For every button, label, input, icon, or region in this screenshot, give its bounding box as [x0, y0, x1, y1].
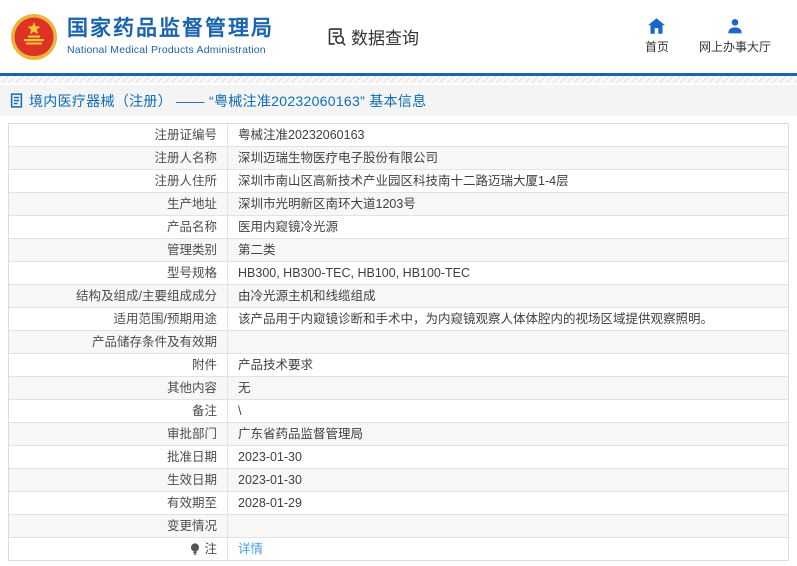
row-label: 适用范围/预期用途	[9, 308, 228, 330]
top-nav: 首页 网上办事大厅	[645, 18, 785, 55]
row-label-text: 结构及组成/主要组成成分	[76, 289, 217, 303]
row-label: 注册人住所	[9, 170, 228, 192]
row-label: 生效日期	[9, 469, 228, 491]
table-row: 结构及组成/主要组成成分 由冷光源主机和线缆组成	[9, 284, 788, 307]
table-row: 附件 产品技术要求	[9, 353, 788, 376]
table-row: 注册人住所 深圳市南山区高新技术产业园区科技南十二路迈瑞大厦1-4层	[9, 169, 788, 192]
table-row: 批准日期 2023-01-30	[9, 445, 788, 468]
row-value: 无	[238, 381, 251, 395]
row-value: 该产品用于内窥镜诊断和手术中，为内窥镜观察人体体腔内的视场区域提供观察照明。	[238, 312, 714, 326]
row-label-text: 生效日期	[166, 473, 217, 487]
row-label-text: 其他内容	[166, 381, 217, 395]
table-row: 产品名称 医用内窥镜冷光源	[9, 215, 788, 238]
row-value: 详情	[228, 538, 788, 560]
row-label-text: 注册人住所	[154, 174, 217, 188]
row-label: 变更情况	[9, 515, 228, 537]
row-label-text: 适用范围/预期用途	[113, 312, 217, 326]
table-row: 审批部门 广东省药品监督管理局	[9, 422, 788, 445]
row-label-text: 附件	[191, 358, 217, 372]
lightbulb-icon	[190, 542, 200, 556]
document-search-icon	[326, 26, 347, 47]
row-value: 产品技术要求	[238, 358, 314, 372]
row-label: 生产地址	[9, 193, 228, 215]
row-value: 粤械注准20232060163	[238, 128, 365, 142]
home-icon	[648, 18, 666, 34]
brand-title: 国家药品监督管理局	[67, 17, 274, 40]
table-row: 注 详情	[9, 537, 788, 560]
table-row: 变更情况	[9, 514, 788, 537]
row-value: 深圳市光明新区南环大道1203号	[238, 197, 416, 211]
table-row: 型号规格 HB300, HB300-TEC, HB100, HB100-TEC	[9, 261, 788, 284]
row-label: 注册证编号	[9, 124, 228, 146]
row-label: 注	[9, 538, 228, 560]
table-row: 适用范围/预期用途 该产品用于内窥镜诊断和手术中，为内窥镜观察人体体腔内的视场区域…	[9, 307, 788, 330]
header-hatch-band	[0, 76, 797, 83]
row-value: 深圳市南山区高新技术产业园区科技南十二路迈瑞大厦1-4层	[238, 174, 569, 188]
row-value: \	[238, 404, 242, 418]
data-query-label: 数据查询	[351, 29, 419, 48]
table-row: 注册人名称 深圳迈瑞生物医疗电子股份有限公司	[9, 146, 788, 169]
user-icon	[727, 18, 743, 34]
document-icon	[10, 93, 23, 108]
nav-home[interactable]: 首页	[645, 18, 669, 55]
row-label: 型号规格	[9, 262, 228, 284]
row-label: 其他内容	[9, 377, 228, 399]
table-row: 生产地址 深圳市光明新区南环大道1203号	[9, 192, 788, 215]
national-emblem-logo	[10, 13, 58, 61]
row-label-text: 管理类别	[166, 243, 217, 257]
row-value	[228, 331, 788, 353]
table-row: 备注 \	[9, 399, 788, 422]
row-value: 2023-01-30	[238, 473, 302, 487]
row-label-text: 产品名称	[166, 220, 217, 234]
row-value: 广东省药品监督管理局	[238, 427, 364, 441]
table-row: 生效日期 2023-01-30	[9, 468, 788, 491]
data-query-nav[interactable]: 数据查询	[326, 24, 419, 49]
nav-home-label: 首页	[644, 40, 669, 54]
table-row: 产品储存条件及有效期	[9, 330, 788, 353]
row-value: 2028-01-29	[238, 496, 302, 510]
row-label-text: 注	[204, 542, 217, 556]
row-label: 结构及组成/主要组成成分	[9, 285, 228, 307]
row-label-text: 型号规格	[166, 266, 217, 280]
row-label: 批准日期	[9, 446, 228, 468]
row-value: HB300, HB300-TEC, HB100, HB100-TEC	[238, 266, 471, 280]
row-label-text: 注册证编号	[154, 128, 217, 142]
table-row: 管理类别 第二类	[9, 238, 788, 261]
row-value: 2023-01-30	[238, 450, 302, 464]
page-title-bar: 境内医疗器械（注册） —— “粤械注准20232060163” 基本信息	[0, 85, 797, 116]
nav-online-hall[interactable]: 网上办事大厅	[699, 18, 771, 55]
brand-block: 国家药品监督管理局 National Medical Products Admi…	[67, 17, 274, 56]
table-row: 注册证编号 粤械注准20232060163	[9, 124, 788, 146]
row-label-text: 注册人名称	[154, 151, 217, 165]
row-label: 产品名称	[9, 216, 228, 238]
row-label: 注册人名称	[9, 147, 228, 169]
row-value	[228, 515, 788, 537]
row-value: 第二类	[238, 243, 276, 257]
row-label-text: 生产地址	[166, 197, 217, 211]
page-title: 境内医疗器械（注册） —— “粤械注准20232060163” 基本信息	[29, 92, 427, 109]
row-label: 有效期至	[9, 492, 228, 514]
row-value: 深圳迈瑞生物医疗电子股份有限公司	[238, 151, 439, 165]
table-row: 其他内容 无	[9, 376, 788, 399]
row-label-text: 备注	[191, 404, 217, 418]
row-label-text: 审批部门	[166, 427, 217, 441]
row-label-text: 批准日期	[166, 450, 217, 464]
site-header: 国家药品监督管理局 National Medical Products Admi…	[0, 0, 797, 73]
nav-hall-label: 网上办事大厅	[698, 40, 771, 54]
row-label-text: 产品储存条件及有效期	[91, 335, 217, 349]
info-table: 注册证编号 粤械注准20232060163 注册人名称 深圳迈瑞生物医疗电子股份有限公…	[8, 123, 789, 561]
row-label: 备注	[9, 400, 228, 422]
row-value: 医用内窥镜冷光源	[238, 220, 339, 234]
row-label: 审批部门	[9, 423, 228, 445]
row-label: 产品储存条件及有效期	[9, 331, 228, 353]
row-label: 管理类别	[9, 239, 228, 261]
table-row: 有效期至 2028-01-29	[9, 491, 788, 514]
row-value: 由冷光源主机和线缆组成	[238, 289, 376, 303]
row-label-text: 变更情况	[166, 519, 217, 533]
row-label-text: 有效期至	[166, 496, 217, 510]
row-label: 附件	[9, 354, 228, 376]
brand-subtitle: National Medical Products Administration	[67, 44, 266, 56]
details-link[interactable]: 详情	[238, 541, 263, 557]
